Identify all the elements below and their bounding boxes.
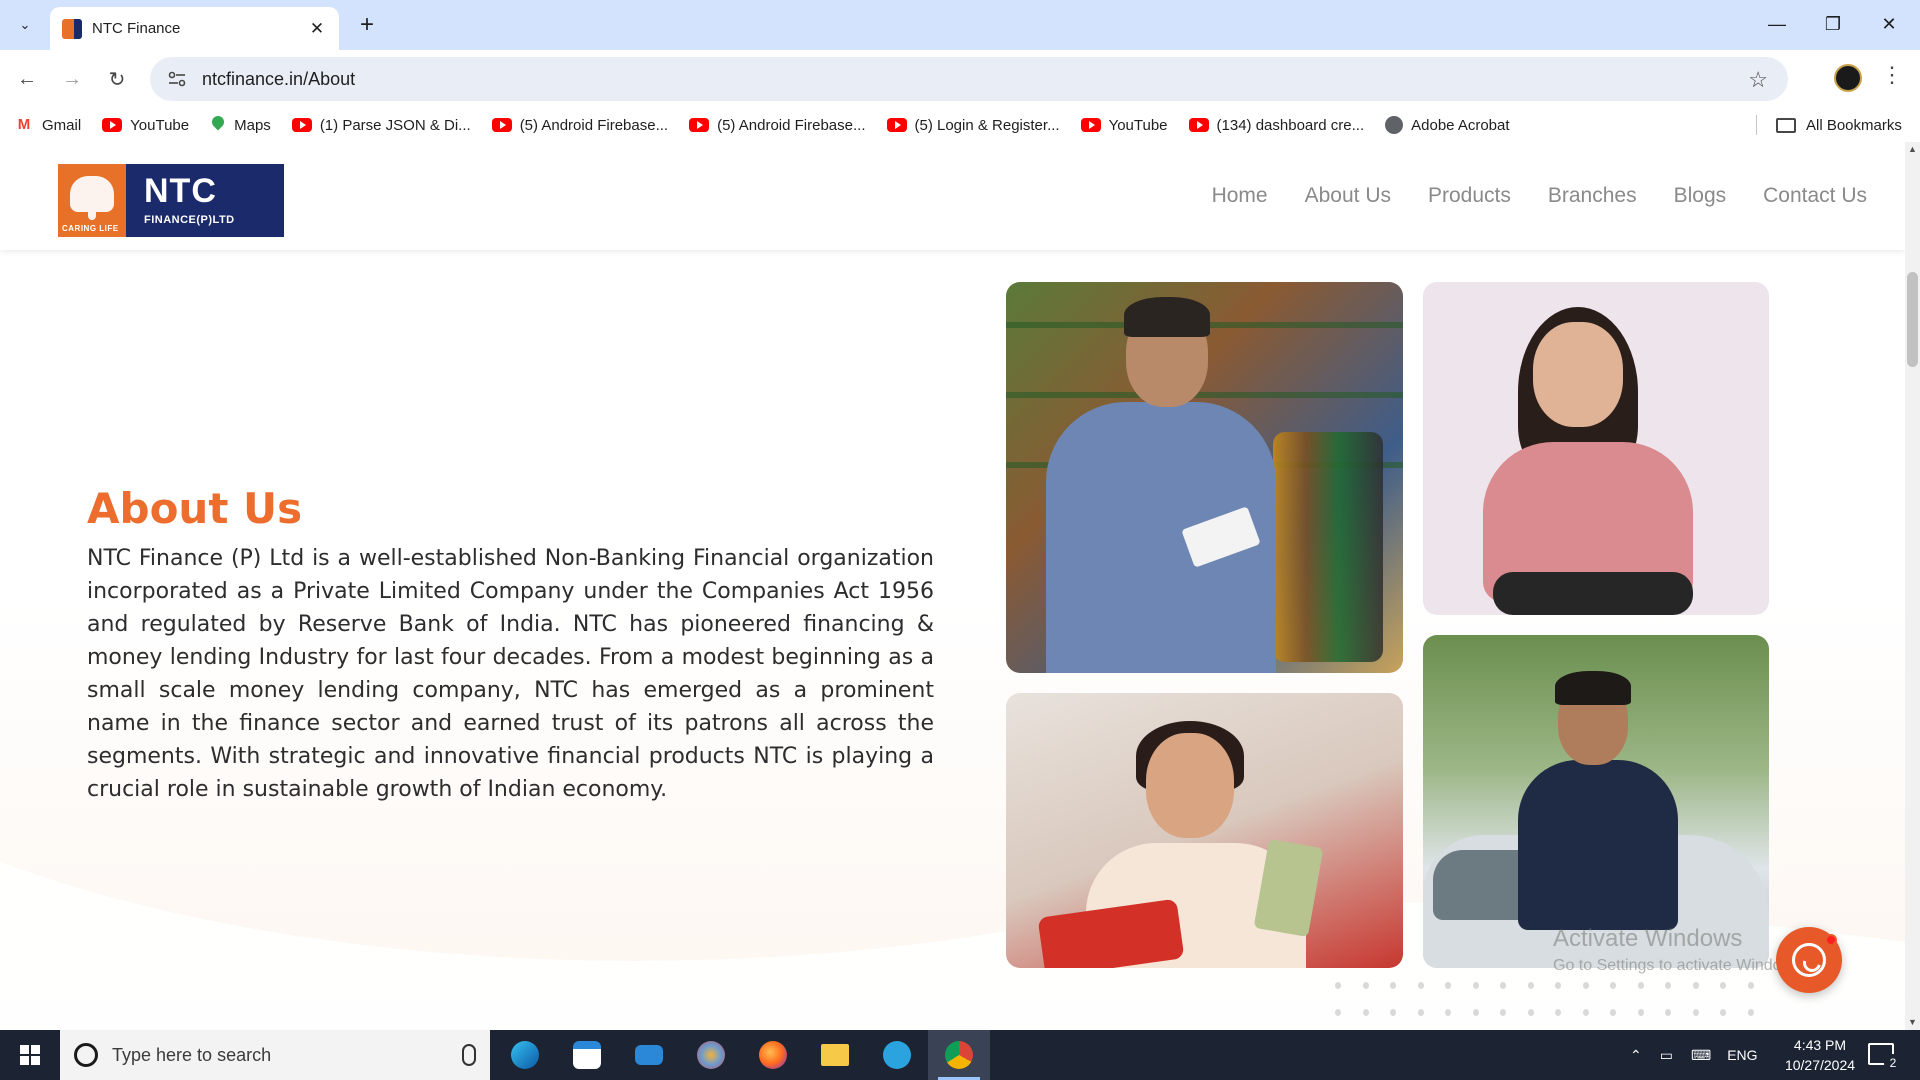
whatsapp-chat-button[interactable] — [1776, 927, 1842, 993]
taskbar-search-placeholder: Type here to search — [112, 1044, 272, 1065]
activate-windows-subtitle: Go to Settings to activate Windows. — [1553, 957, 1806, 974]
cortana-icon — [74, 1043, 98, 1067]
notification-dot — [1825, 934, 1837, 946]
scroll-thumb[interactable] — [1907, 272, 1918, 367]
battery-icon[interactable]: ▭ — [1660, 1047, 1673, 1064]
close-window-button[interactable]: ✕ — [1866, 6, 1912, 42]
back-button[interactable]: ← — [11, 63, 43, 95]
nav-about-us[interactable]: About Us — [1305, 184, 1391, 208]
folder-icon — [1776, 117, 1796, 133]
windows-logo-icon — [20, 1045, 40, 1065]
notification-count: 2 — [1884, 1054, 1902, 1072]
youtube-icon — [102, 118, 123, 132]
about-us-heading: About Us — [87, 484, 303, 533]
mail-icon[interactable] — [618, 1030, 680, 1080]
maps-icon — [210, 118, 226, 132]
browser-tab-strip: ⌄ NTC Finance ✕ + — ❐ ✕ — [0, 0, 1920, 50]
edge-icon[interactable] — [494, 1030, 556, 1080]
keyboard-icon[interactable]: ⌨ — [1691, 1047, 1711, 1064]
all-bookmarks-button[interactable]: All Bookmarks — [1776, 108, 1902, 142]
restore-button[interactable]: ❐ — [1810, 6, 1856, 42]
chrome-icon[interactable] — [928, 1030, 990, 1080]
logo-subtitle: FINANCE(P)LTD — [144, 214, 235, 226]
nav-branches[interactable]: Branches — [1548, 184, 1637, 208]
activate-windows-title: Activate Windows — [1553, 925, 1743, 952]
taskbar-clock[interactable]: 4:43 PM 10/27/2024 — [1765, 1035, 1875, 1075]
about-us-description: NTC Finance (P) Ltd is a well-establishe… — [87, 546, 934, 802]
woman-counting-cash-photo — [1423, 282, 1769, 615]
bookmark-login-register[interactable]: (5) Login & Register... — [886, 117, 1060, 134]
bookmark-maps[interactable]: Maps — [210, 117, 271, 134]
whatsapp-icon — [1792, 943, 1826, 977]
ntc-logo[interactable]: CARING LIFE NTC FINANCE(P)LTD — [58, 164, 284, 237]
logo-name: NTC — [144, 172, 217, 210]
bookmark-android-firebase-1[interactable]: (5) Android Firebase... — [491, 117, 668, 134]
bookmark-gmail[interactable]: M Gmail — [14, 117, 81, 134]
scroll-down-arrow-icon[interactable]: ▼ — [1905, 1015, 1920, 1030]
profile-avatar[interactable] — [1834, 64, 1862, 92]
tab-search-chevron-icon[interactable]: ⌄ — [10, 10, 40, 40]
shopkeeper-photo — [1006, 282, 1403, 673]
minimize-button[interactable]: — — [1754, 6, 1800, 42]
main-navigation: Home About Us Products Branches Blogs Co… — [1175, 142, 1867, 250]
bookmark-parse-json[interactable]: (1) Parse JSON & Di... — [291, 117, 471, 134]
acrobat-icon — [1385, 116, 1404, 134]
firefox-icon[interactable] — [742, 1030, 804, 1080]
ntc-favicon-icon — [62, 18, 82, 39]
youtube-icon — [886, 118, 907, 132]
bookmarks-divider — [1756, 115, 1757, 135]
tray-chevron-icon[interactable]: ⌃ — [1630, 1047, 1642, 1064]
url-text: ntcfinance.in/About — [202, 68, 356, 89]
tab-title: NTC Finance — [92, 20, 181, 37]
elephant-logo-icon: CARING LIFE — [58, 164, 126, 237]
youtube-icon — [491, 118, 512, 132]
clock-time: 4:43 PM — [1793, 1037, 1847, 1053]
youtube-icon — [291, 118, 312, 132]
page-scrollbar[interactable]: ▲ ▼ — [1905, 142, 1920, 1030]
gmail-icon: M — [17, 116, 31, 133]
nav-blogs[interactable]: Blogs — [1674, 184, 1727, 208]
nav-home[interactable]: Home — [1212, 184, 1268, 208]
system-tray: ⌃ ▭ ⌨ ENG — [1630, 1030, 1758, 1080]
site-header: CARING LIFE NTC FINANCE(P)LTD Home About… — [0, 142, 1905, 250]
microphone-icon[interactable] — [462, 1044, 476, 1066]
paint-icon[interactable] — [680, 1030, 742, 1080]
youtube-icon — [1080, 118, 1101, 132]
start-button[interactable] — [0, 1030, 60, 1080]
browser-menu-icon[interactable]: ⋮ — [1880, 62, 1904, 88]
browser-tab-ntc-finance[interactable]: NTC Finance ✕ — [50, 7, 339, 50]
bookmark-dashboard[interactable]: (134) dashboard cre... — [1188, 117, 1364, 134]
store-icon[interactable] — [556, 1030, 618, 1080]
youtube-icon — [1188, 118, 1209, 132]
bookmarks-bar: M Gmail YouTube Maps (1) Parse JSON & Di.… — [0, 108, 1920, 142]
bookmark-star-icon[interactable]: ☆ — [1748, 67, 1768, 93]
nav-contact-us[interactable]: Contact Us — [1763, 184, 1867, 208]
scroll-up-arrow-icon[interactable]: ▲ — [1905, 142, 1920, 157]
tab-close-icon[interactable]: ✕ — [307, 19, 327, 39]
site-info-icon[interactable] — [166, 68, 188, 90]
bookmark-adobe-acrobat[interactable]: Adobe Acrobat — [1385, 116, 1510, 134]
decorative-dot-grid — [1335, 982, 1775, 1030]
man-with-car-keys-photo — [1423, 635, 1769, 968]
woman-with-gold-and-cash-photo — [1006, 693, 1403, 968]
language-indicator[interactable]: ENG — [1727, 1047, 1757, 1063]
browser-toolbar: ← → ↻ ntcfinance.in/About ☆ ⋮ — [0, 50, 1920, 108]
windows-taskbar: Type here to search ⌃ ▭ ⌨ ENG 4:43 PM 10… — [0, 1030, 1920, 1080]
taskbar-search-box[interactable]: Type here to search — [60, 1030, 490, 1080]
nav-products[interactable]: Products — [1428, 184, 1511, 208]
bookmark-android-firebase-2[interactable]: (5) Android Firebase... — [689, 117, 866, 134]
forward-button[interactable]: → — [56, 63, 88, 95]
page-viewport: CARING LIFE NTC FINANCE(P)LTD Home About… — [0, 142, 1905, 1030]
bookmark-youtube[interactable]: YouTube — [102, 117, 189, 134]
youtube-icon — [689, 118, 710, 132]
logo-tagline: CARING LIFE — [62, 224, 119, 233]
bookmark-youtube-2[interactable]: YouTube — [1080, 117, 1168, 134]
reload-button[interactable]: ↻ — [101, 63, 133, 95]
address-bar[interactable]: ntcfinance.in/About ☆ — [150, 57, 1788, 101]
telegram-icon[interactable] — [866, 1030, 928, 1080]
file-explorer-icon[interactable] — [804, 1030, 866, 1080]
new-tab-button[interactable]: + — [352, 10, 382, 40]
clock-date: 10/27/2024 — [1784, 1057, 1856, 1073]
